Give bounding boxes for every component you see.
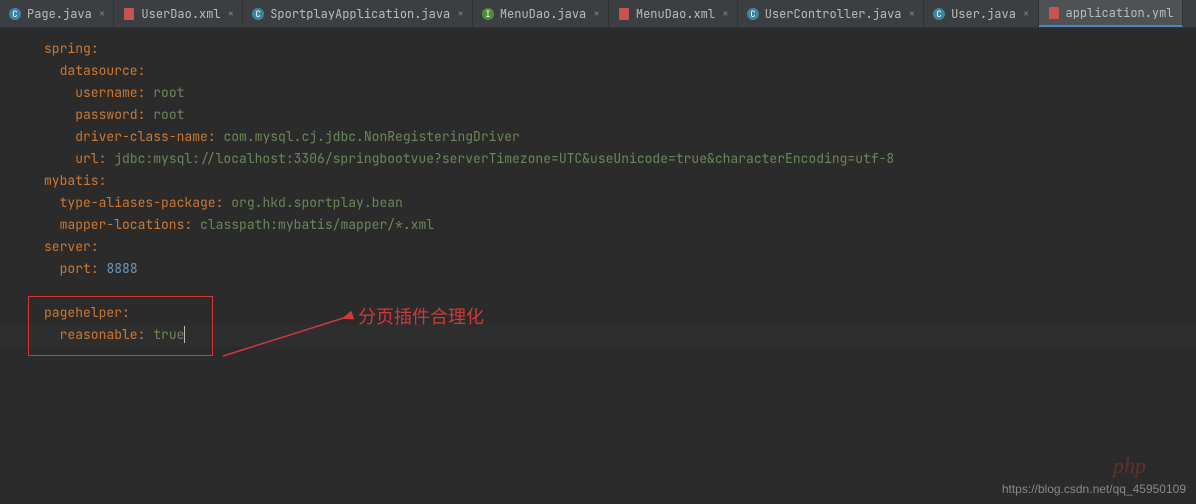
tab-label: application.yml <box>1066 5 1174 21</box>
java-class-icon: C <box>746 7 760 21</box>
editor-tabs: C Page.java × UserDao.xml × C SportplayA… <box>0 0 1196 28</box>
tab-application-yml[interactable]: application.yml <box>1039 0 1183 27</box>
svg-text:I: I <box>485 8 490 20</box>
code-line: url: jdbc:mysql://localhost:3306/springb… <box>0 148 1196 170</box>
code-line <box>0 280 1196 302</box>
tab-page-java[interactable]: C Page.java × <box>0 0 114 27</box>
code-line: mapper-locations: classpath:mybatis/mapp… <box>0 214 1196 236</box>
code-line: port: 8888 <box>0 258 1196 280</box>
code-editor[interactable]: spring: datasource: username: root passw… <box>0 28 1196 346</box>
tab-label: User.java <box>951 6 1016 22</box>
close-icon[interactable]: × <box>457 7 464 21</box>
tab-sportplay-app[interactable]: C SportplayApplication.java × <box>243 0 473 27</box>
close-icon[interactable]: × <box>722 7 729 21</box>
java-interface-icon: I <box>481 7 495 21</box>
tab-usercontroller[interactable]: C UserController.java × <box>738 0 924 27</box>
svg-text:C: C <box>936 8 941 20</box>
tab-label: MenuDao.xml <box>636 6 715 22</box>
code-line: pagehelper: <box>0 302 1196 324</box>
tab-menudao-xml[interactable]: MenuDao.xml × <box>609 0 738 27</box>
xml-file-icon <box>617 7 631 21</box>
close-icon[interactable]: × <box>228 7 235 21</box>
svg-text:C: C <box>12 8 17 20</box>
close-icon[interactable]: × <box>909 7 916 21</box>
java-class-icon: C <box>8 7 22 21</box>
tab-label: MenuDao.java <box>500 6 586 22</box>
tab-user-java[interactable]: C User.java × <box>924 0 1038 27</box>
tab-userdao-xml[interactable]: UserDao.xml × <box>114 0 243 27</box>
watermark-url: https://blog.csdn.net/qq_45950109 <box>1002 482 1186 496</box>
code-line: datasource: <box>0 60 1196 82</box>
yml-file-icon <box>1047 6 1061 20</box>
tab-label: UserController.java <box>765 6 902 22</box>
svg-text:C: C <box>256 8 261 20</box>
code-line: server: <box>0 236 1196 258</box>
tab-menudao-java[interactable]: I MenuDao.java × <box>473 0 609 27</box>
code-line-active: reasonable: true <box>0 324 1196 346</box>
xml-file-icon <box>122 7 136 21</box>
code-line: driver-class-name: com.mysql.cj.jdbc.Non… <box>0 126 1196 148</box>
code-line: mybatis: <box>0 170 1196 192</box>
watermark-logo: php <box>1113 453 1146 479</box>
svg-text:C: C <box>750 8 755 20</box>
tab-label: UserDao.xml <box>141 6 220 22</box>
code-line: type-aliases-package: org.hkd.sportplay.… <box>0 192 1196 214</box>
close-icon[interactable]: × <box>593 7 600 21</box>
code-line: username: root <box>0 82 1196 104</box>
code-line: spring: <box>0 38 1196 60</box>
close-icon[interactable]: × <box>1023 7 1030 21</box>
annotation-text: 分页插件合理化 <box>358 306 484 328</box>
java-class-icon: C <box>932 7 946 21</box>
tab-label: Page.java <box>27 6 92 22</box>
close-icon[interactable]: × <box>99 7 106 21</box>
java-class-icon: C <box>251 7 265 21</box>
code-line: password: root <box>0 104 1196 126</box>
tab-label: SportplayApplication.java <box>270 6 450 22</box>
